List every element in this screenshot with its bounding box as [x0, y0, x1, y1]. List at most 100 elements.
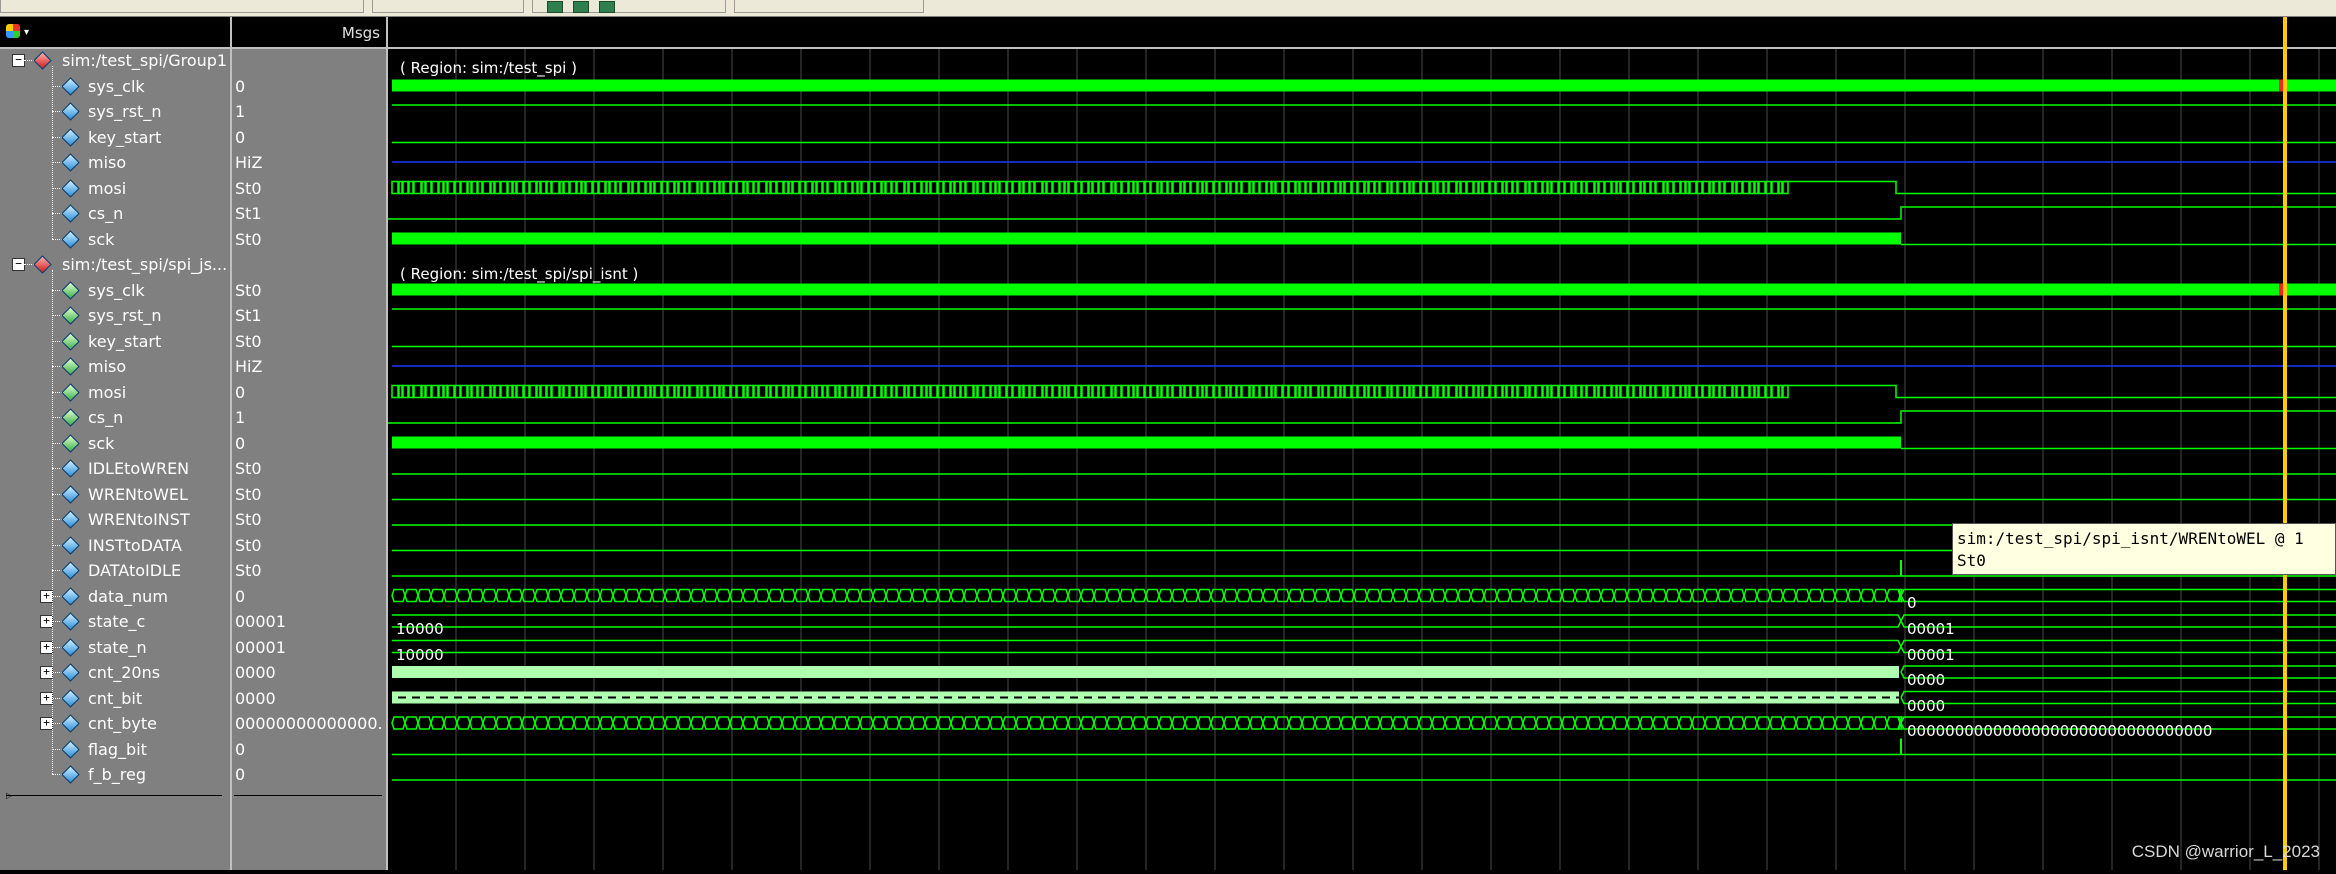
signal-name[interactable]: cnt_20ns	[88, 660, 160, 685]
signal-name[interactable]: WRENtoWEL	[88, 482, 188, 507]
state-c-value-before: 10000	[396, 620, 444, 638]
bus-cell	[1002, 716, 1017, 730]
signal-name[interactable]: WRENtoINST	[88, 507, 190, 532]
mosi-pulse	[1709, 180, 1714, 195]
mosi-pulse	[551, 180, 560, 195]
signal-name[interactable]: miso	[88, 150, 126, 175]
bus-top	[392, 614, 2336, 623]
bus-cell	[1470, 588, 1485, 603]
mosi-pulse	[766, 384, 771, 399]
mosi-pulse	[546, 180, 552, 195]
bus-cell	[924, 716, 939, 730]
bus-cell	[1418, 716, 1433, 730]
zoom-in-icon[interactable]	[547, 1, 563, 13]
signal-name[interactable]: key_start	[88, 125, 161, 150]
mosi-pulse	[1357, 180, 1365, 195]
mosi-pulse	[447, 180, 455, 195]
mosi-pulse	[1046, 180, 1053, 195]
signal-name[interactable]: IDLEtoWREN	[88, 456, 189, 481]
bus-cell	[859, 588, 874, 603]
signal-name[interactable]: f_b_reg	[88, 762, 146, 787]
mosi-pulse	[1713, 180, 1720, 195]
waveform-pane[interactable]: ( Region: sim:/test_spi ) ( Region: sim:…	[388, 17, 2336, 870]
signal-name[interactable]: sck	[88, 227, 114, 252]
mosi-pulse	[1019, 384, 1024, 399]
signal-name[interactable]: sim:/test_spi/spi_js...	[62, 252, 227, 277]
mosi-pulse	[1551, 180, 1559, 195]
mosi-pulse	[684, 180, 690, 195]
mosi-pulse	[494, 180, 501, 195]
chevron-down-icon[interactable]: ▾	[24, 27, 29, 38]
mosi-pulse	[1253, 384, 1260, 399]
mosi-pulse	[1758, 384, 1766, 399]
mosi-pulse	[638, 384, 646, 399]
signal-name[interactable]: sck	[88, 431, 114, 456]
mosi-pulse	[1644, 180, 1651, 195]
time-cursor[interactable]	[2283, 17, 2287, 870]
bus-cell	[573, 588, 588, 603]
mosi-pulse	[425, 180, 432, 195]
mosi-pulse	[1391, 180, 1398, 195]
mosi-pulse	[1644, 384, 1651, 399]
bus-cell	[1613, 588, 1628, 603]
signal-name[interactable]: miso	[88, 354, 126, 379]
waveform-canvas[interactable]: ( Region: sim:/test_spi ) ( Region: sim:…	[388, 17, 2336, 870]
signal-name[interactable]: mosi	[88, 380, 126, 405]
mosi-pulse	[788, 384, 793, 399]
mosi-pulse	[1709, 384, 1714, 399]
bus-cell	[1275, 588, 1290, 603]
signal-name[interactable]: cs_n	[88, 405, 123, 430]
mosi-pulse	[1081, 384, 1089, 399]
mosi-pulse	[1328, 180, 1336, 195]
mosi-pulse	[1351, 180, 1358, 195]
signal-type-icon	[61, 459, 80, 478]
mosi-pulse	[667, 384, 675, 399]
signal-name[interactable]: INSTtoDATA	[88, 533, 182, 558]
list-end-line	[6, 795, 222, 796]
bus-cell	[1743, 588, 1758, 603]
signal-name[interactable]: cnt_byte	[88, 711, 157, 736]
bus-cell	[612, 716, 627, 730]
mosi-pulse	[1667, 180, 1674, 195]
signal-name[interactable]: state_n	[88, 635, 147, 660]
signal-value: 0000	[235, 663, 276, 682]
signal-name[interactable]: state_c	[88, 609, 145, 634]
mosi-pulse	[1456, 180, 1461, 195]
signal-type-icon	[33, 51, 52, 70]
signal-name[interactable]: flag_bit	[88, 737, 147, 762]
bus-cell	[1496, 716, 1511, 730]
bus-cell	[664, 716, 679, 730]
signal-name[interactable]: sys_clk	[88, 278, 145, 303]
mosi-pulse	[1594, 384, 1599, 399]
mosi-pulse	[1190, 180, 1198, 195]
zoom-full-icon[interactable]	[599, 1, 615, 13]
signal-name[interactable]: cnt_bit	[88, 686, 142, 711]
mosi-pulse	[402, 180, 409, 195]
signal-name[interactable]: key_start	[88, 329, 161, 354]
bus-cell	[911, 716, 926, 730]
signal-name[interactable]: sim:/test_spi/Group1	[62, 48, 227, 73]
signal-name[interactable]: cs_n	[88, 201, 123, 226]
mosi-pulse	[1305, 180, 1311, 195]
signal-type-icon	[61, 204, 80, 223]
signal-name[interactable]: sys_rst_n	[88, 99, 161, 124]
signal-name[interactable]: data_num	[88, 584, 168, 609]
signal-name[interactable]: sys_rst_n	[88, 303, 161, 328]
bus-cell	[1249, 716, 1264, 730]
signal-type-icon	[61, 408, 80, 427]
mosi-pulse	[1012, 384, 1020, 399]
zoom-out-icon[interactable]	[573, 1, 589, 13]
mosi-pulse	[1368, 180, 1375, 195]
bus-cell	[846, 716, 861, 730]
signal-name[interactable]: mosi	[88, 176, 126, 201]
signal-value: St0	[235, 229, 262, 249]
signal-name[interactable]: sys_clk	[88, 74, 145, 99]
mosi-pulse	[1180, 180, 1185, 195]
bus-cell	[1119, 588, 1134, 603]
bus-cell	[1106, 716, 1121, 730]
signal-type-icon	[33, 255, 52, 274]
mosi-pulse	[1616, 384, 1621, 399]
mosi-pulse	[447, 384, 455, 399]
signal-name[interactable]: DATAtoIDLE	[88, 558, 181, 583]
wave-palette-icon[interactable]	[6, 24, 20, 38]
